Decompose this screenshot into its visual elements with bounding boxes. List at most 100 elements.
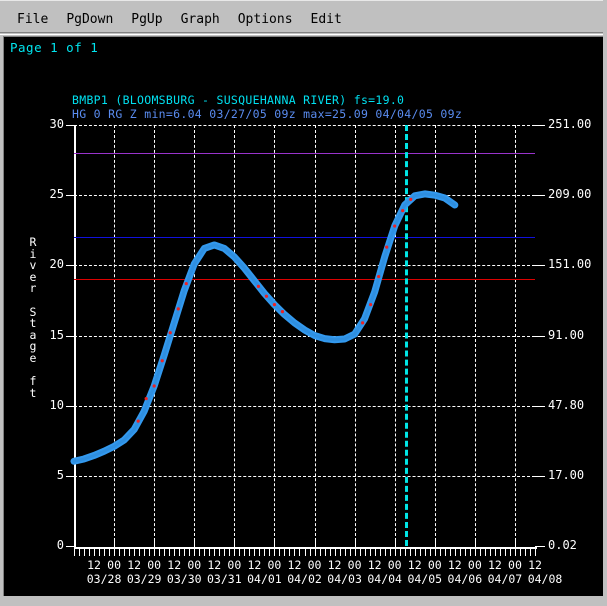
y-axis-tick-label-left: 20 bbox=[49, 257, 64, 272]
page-indicator: Page 1 of 1 bbox=[10, 40, 99, 55]
x-minor-tick bbox=[279, 549, 281, 556]
x-minor-tick bbox=[104, 549, 106, 556]
x-minor-tick bbox=[319, 549, 321, 556]
y-tick-right bbox=[535, 265, 545, 267]
x-axis-hour-label: 12 bbox=[487, 558, 502, 572]
x-minor-tick bbox=[149, 549, 151, 556]
menu-item-edit[interactable]: Edit bbox=[302, 10, 351, 29]
menu-item-pgdown[interactable]: PgDown bbox=[57, 10, 122, 29]
x-minor-tick bbox=[484, 549, 486, 556]
x-minor-tick bbox=[514, 549, 516, 556]
x-minor-tick bbox=[144, 549, 146, 556]
x-axis-date-label: 04/06 bbox=[447, 572, 483, 586]
x-minor-tick bbox=[94, 549, 96, 556]
x-minor-tick bbox=[274, 549, 276, 556]
x-minor-tick bbox=[179, 549, 181, 556]
x-minor-tick bbox=[159, 549, 161, 556]
y-axis-tick-label-right: 0.02 bbox=[548, 538, 577, 552]
x-minor-tick bbox=[259, 549, 261, 556]
x-axis-date-label: 04/01 bbox=[247, 572, 282, 586]
x-minor-tick bbox=[419, 549, 421, 556]
x-axis-hour-label: 12 bbox=[127, 558, 142, 572]
x-minor-tick bbox=[299, 549, 301, 556]
menu-item-graph[interactable]: Graph bbox=[172, 10, 229, 29]
x-axis-hour-label: 12 bbox=[367, 558, 382, 572]
x-minor-tick bbox=[404, 549, 406, 556]
observed-point bbox=[176, 307, 180, 311]
x-axis-hour-label: 00 bbox=[508, 558, 522, 572]
x-minor-tick bbox=[529, 549, 531, 556]
x-axis-hour-label: 12 bbox=[407, 558, 422, 572]
y-tick-right bbox=[535, 125, 545, 126]
x-minor-tick bbox=[535, 549, 536, 556]
x-minor-tick bbox=[524, 549, 526, 556]
menu-item-options[interactable]: Options bbox=[229, 10, 302, 29]
series-plot bbox=[70, 190, 459, 465]
x-minor-tick bbox=[399, 549, 401, 556]
x-minor-tick bbox=[364, 549, 366, 556]
x-minor-tick bbox=[479, 549, 481, 556]
x-axis-date-label: 04/05 bbox=[407, 572, 443, 586]
observed-point bbox=[168, 331, 172, 335]
x-minor-tick bbox=[219, 549, 221, 556]
x-minor-tick bbox=[354, 549, 356, 556]
x-minor-tick bbox=[374, 549, 376, 556]
x-axis-hour-label: 00 bbox=[427, 558, 442, 572]
x-minor-tick bbox=[114, 549, 116, 556]
x-minor-tick bbox=[434, 549, 436, 556]
plot-area bbox=[70, 125, 535, 546]
x-axis-date-label: 03/28 bbox=[86, 572, 122, 586]
observed-point bbox=[144, 397, 148, 401]
x-minor-tick bbox=[284, 549, 286, 556]
x-minor-tick bbox=[99, 549, 101, 556]
x-minor-tick bbox=[204, 549, 206, 556]
observed-point bbox=[136, 419, 140, 423]
menu-item-file[interactable]: File bbox=[8, 10, 57, 29]
x-minor-tick bbox=[414, 549, 416, 556]
x-minor-tick bbox=[314, 549, 316, 556]
observed-point bbox=[184, 281, 188, 286]
x-minor-tick bbox=[494, 549, 496, 556]
x-minor-tick bbox=[424, 549, 426, 556]
x-axis-hour-label: 00 bbox=[107, 558, 122, 572]
x-minor-tick bbox=[184, 549, 186, 556]
x-minor-tick bbox=[509, 549, 511, 556]
observed-point bbox=[385, 245, 389, 249]
observed-point bbox=[264, 294, 269, 298]
y-axis-tick-label-left: 10 bbox=[49, 397, 64, 412]
window-right-bevel bbox=[603, 0, 607, 606]
x-axis-date-label: 04/02 bbox=[287, 572, 322, 586]
y-axis-tick-label-left: 0 bbox=[56, 538, 64, 552]
x-minor-tick bbox=[214, 549, 216, 556]
menu-item-pgup[interactable]: PgUp bbox=[122, 10, 171, 29]
x-minor-tick bbox=[109, 549, 111, 556]
x-axis-date-label: 04/04 bbox=[367, 572, 402, 586]
x-axis-date-label: 03/30 bbox=[166, 572, 202, 586]
observed-point bbox=[152, 384, 156, 388]
x-minor-tick bbox=[174, 549, 176, 556]
x-minor-tick bbox=[249, 549, 251, 556]
x-minor-tick bbox=[454, 549, 456, 556]
y-tick-right bbox=[535, 335, 545, 337]
observed-point bbox=[280, 310, 285, 314]
x-axis-hour-label: 12 bbox=[287, 558, 302, 572]
x-axis-hour-label: 00 bbox=[387, 558, 402, 572]
graph-canvas-container[interactable]: Page 1 of 1 BMBP1 (BLOOMSBURG - SUSQUEHA… bbox=[3, 36, 604, 596]
x-axis-hour-label: 00 bbox=[147, 558, 162, 572]
x-axis-hour-label: 12 bbox=[528, 558, 542, 572]
y-axis-tick-label-right: 91.00 bbox=[548, 327, 585, 342]
river-stage-series-core bbox=[72, 192, 457, 463]
x-minor-tick bbox=[264, 549, 266, 556]
y-tick-right bbox=[535, 405, 545, 407]
observed-point bbox=[361, 321, 365, 325]
x-minor-tick bbox=[199, 549, 201, 556]
x-axis-hour-label: 12 bbox=[207, 558, 222, 572]
x-minor-tick bbox=[394, 549, 396, 556]
x-minor-tick bbox=[229, 549, 231, 556]
observed-point bbox=[377, 274, 381, 279]
observed-point bbox=[272, 303, 277, 307]
x-minor-tick bbox=[224, 549, 226, 556]
y-tick-right bbox=[535, 475, 545, 477]
x-minor-tick bbox=[89, 549, 91, 556]
x-minor-tick bbox=[369, 549, 371, 556]
